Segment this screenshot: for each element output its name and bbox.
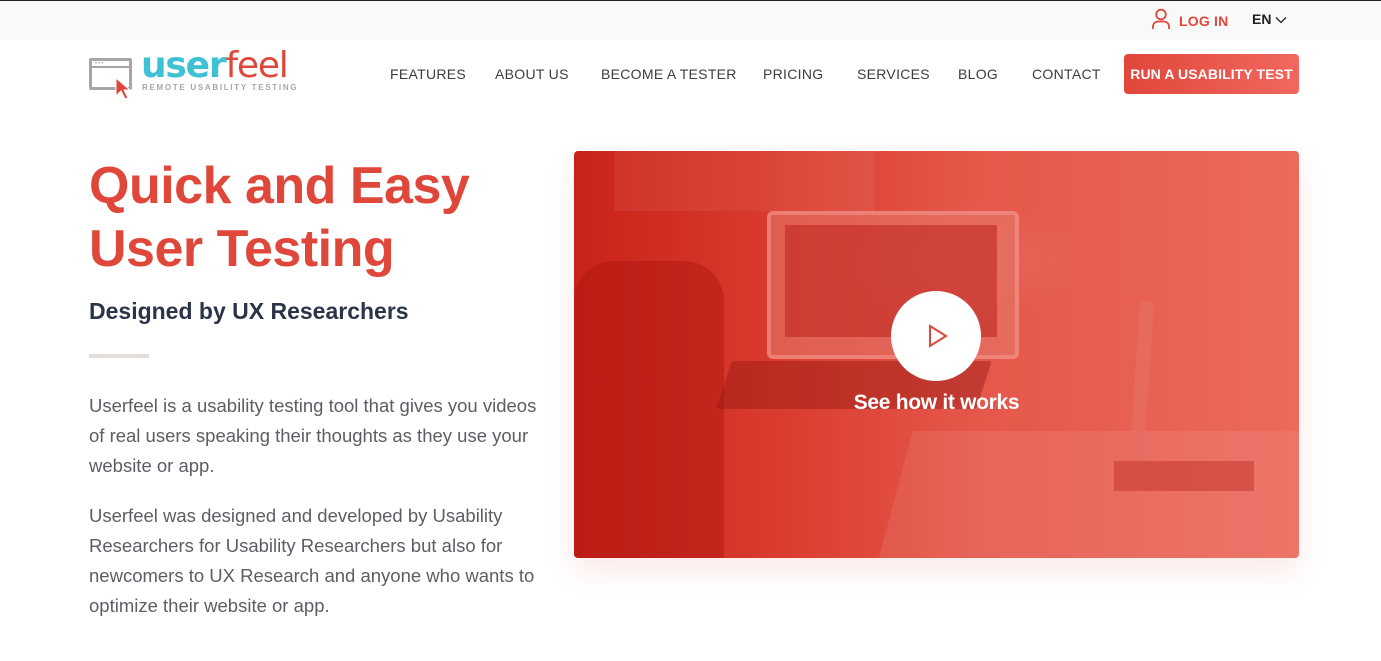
userfeel-logo[interactable]: ••• userfeel REMOTE USABILITY TESTING (89, 45, 297, 100)
nav-item-blog[interactable]: BLOG (958, 66, 998, 82)
nav-item-services[interactable]: SERVICES (857, 66, 930, 82)
run-usability-test-button[interactable]: RUN A USABILITY TEST (1124, 54, 1299, 94)
intro-paragraph: Userfeel is a usability testing tool tha… (89, 395, 537, 476)
hero-subtitle: Designed by UX Researchers (89, 298, 409, 324)
play-button[interactable] (891, 291, 981, 381)
video-lamp-base (1114, 461, 1254, 491)
nav-item-features[interactable]: FEATURES (390, 66, 466, 82)
background-shelf (614, 151, 874, 211)
video-caption: See how it works (853, 391, 1020, 414)
divider (89, 354, 149, 358)
about-paragraph: Userfeel was designed and developed by U… (89, 505, 535, 616)
cursor-arrow-icon (115, 77, 131, 99)
language-selector[interactable]: EN (1252, 11, 1287, 27)
play-icon (929, 324, 948, 348)
nav-item-about-us[interactable]: ABOUT US (495, 66, 569, 82)
language-label: EN (1252, 11, 1272, 27)
chevron-down-icon (1275, 11, 1287, 27)
login-label: LOG IN (1179, 12, 1229, 29)
logo-tagline: REMOTE USABILITY TESTING (142, 83, 299, 92)
nav-item-pricing[interactable]: PRICING (763, 66, 823, 82)
user-icon (1151, 8, 1171, 33)
logo-word-user: user (141, 45, 227, 86)
video-thumbnail[interactable]: See how it works (574, 151, 1299, 558)
logo-word-feel: feel (225, 45, 288, 86)
hero-title-line1: Quick and Easy (89, 157, 470, 215)
login-link[interactable]: LOG IN (1151, 8, 1228, 33)
hero-title-line2: User Testing (89, 220, 395, 278)
logo-wordmark: userfeel (141, 44, 289, 88)
nav-item-contact[interactable]: CONTACT (1032, 66, 1101, 82)
nav-item-become-a-tester[interactable]: BECOME A TESTER (601, 66, 737, 82)
video-desk (875, 431, 1299, 558)
hero-title: Quick and Easy User Testing (89, 155, 529, 281)
